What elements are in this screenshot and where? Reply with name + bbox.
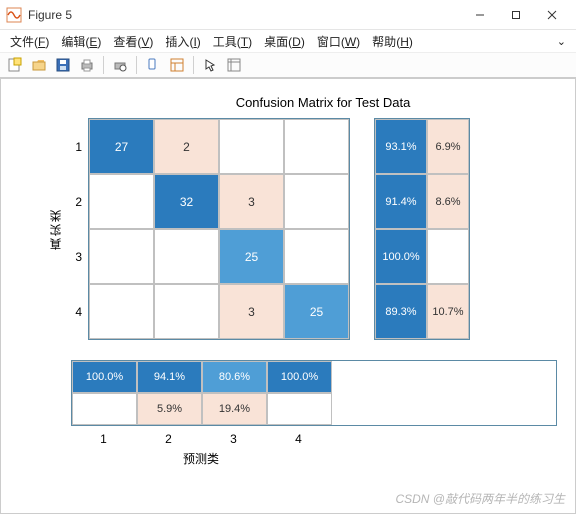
- figure-canvas[interactable]: Confusion Matrix for Test Data 真实类 1 2 3…: [0, 78, 576, 514]
- matrix-cell: 27: [89, 119, 154, 174]
- row-summary-cell: 8.6%: [427, 174, 469, 229]
- matrix-cell: 3: [219, 284, 284, 339]
- axes-insert-icon[interactable]: [223, 54, 245, 76]
- minimize-button[interactable]: [462, 1, 498, 29]
- matrix-cell: [154, 284, 219, 339]
- link-icon[interactable]: [142, 54, 164, 76]
- col-summary-matrix: 100.0%94.1%80.6%100.0%5.9%19.4%: [71, 360, 557, 426]
- maximize-button[interactable]: [498, 1, 534, 29]
- row-summary-cell: 6.9%: [427, 119, 469, 174]
- col-summary-cell: [72, 393, 137, 425]
- watermark-text: CSDN @敲代码两年半的练习生: [395, 490, 565, 507]
- menu-more-icon[interactable]: ⌄: [551, 35, 572, 48]
- print-preview-icon[interactable]: [109, 54, 131, 76]
- col-summary-cell: 100.0%: [267, 361, 332, 393]
- matrix-cell: [284, 119, 349, 174]
- col-summary-cell: 94.1%: [137, 361, 202, 393]
- matrix-cell: 25: [284, 284, 349, 339]
- col-summary-cell: 80.6%: [202, 361, 267, 393]
- matrix-cell: [284, 174, 349, 229]
- menu-view[interactable]: 查看(V): [107, 31, 159, 52]
- y-ticks: 1 2 3 4: [68, 119, 82, 339]
- x-ticks: 1 2 3 4: [71, 432, 557, 446]
- print-icon[interactable]: [76, 54, 98, 76]
- close-button[interactable]: [534, 1, 570, 29]
- menu-tools[interactable]: 工具(T): [207, 31, 258, 52]
- col-summary-cell: [267, 393, 332, 425]
- menu-file[interactable]: 文件(F): [4, 31, 55, 52]
- matrix-cell: [89, 284, 154, 339]
- col-summary-cell: 19.4%: [202, 393, 267, 425]
- menu-insert[interactable]: 插入(I): [159, 31, 206, 52]
- menu-help[interactable]: 帮助(H): [366, 31, 419, 52]
- row-summary-cell: [427, 229, 469, 284]
- app-icon: [6, 7, 22, 23]
- window-title: Figure 5: [28, 8, 462, 22]
- open-icon[interactable]: [28, 54, 50, 76]
- row-summary-matrix: 93.1%6.9%91.4%8.6%100.0%89.3%10.7%: [374, 118, 470, 340]
- row-summary-cell: 89.3%: [375, 284, 427, 339]
- matrix-cell: 25: [219, 229, 284, 284]
- col-summary-cell: 5.9%: [137, 393, 202, 425]
- cursor-icon[interactable]: [199, 54, 221, 76]
- save-icon[interactable]: [52, 54, 74, 76]
- toolbar: [0, 52, 576, 78]
- row-summary-cell: 91.4%: [375, 174, 427, 229]
- matrix-cell: [89, 229, 154, 284]
- menu-bar: 文件(F) 编辑(E) 查看(V) 插入(I) 工具(T) 桌面(D) 窗口(W…: [0, 30, 576, 52]
- matrix-cell: [154, 229, 219, 284]
- matrix-cell: [89, 174, 154, 229]
- chart-title: Confusion Matrix for Test Data: [19, 95, 557, 110]
- row-summary-cell: 93.1%: [375, 119, 427, 174]
- x-axis-label: 预测类: [71, 450, 331, 467]
- new-figure-icon[interactable]: [4, 54, 26, 76]
- y-axis-label: 真实类: [47, 208, 64, 250]
- matrix-cell: 3: [219, 174, 284, 229]
- menu-desktop[interactable]: 桌面(D): [258, 31, 311, 52]
- menu-edit[interactable]: 编辑(E): [55, 31, 107, 52]
- inspector-icon[interactable]: [166, 54, 188, 76]
- matrix-cell: 32: [154, 174, 219, 229]
- row-summary-cell: 10.7%: [427, 284, 469, 339]
- col-summary-cell: 100.0%: [72, 361, 137, 393]
- matrix-cell: [284, 229, 349, 284]
- matrix-cell: 2: [154, 119, 219, 174]
- title-bar: Figure 5: [0, 0, 576, 30]
- menu-window[interactable]: 窗口(W): [311, 31, 366, 52]
- confusion-matrix: 27232325325: [88, 118, 350, 340]
- row-summary-cell: 100.0%: [375, 229, 427, 284]
- matrix-cell: [219, 119, 284, 174]
